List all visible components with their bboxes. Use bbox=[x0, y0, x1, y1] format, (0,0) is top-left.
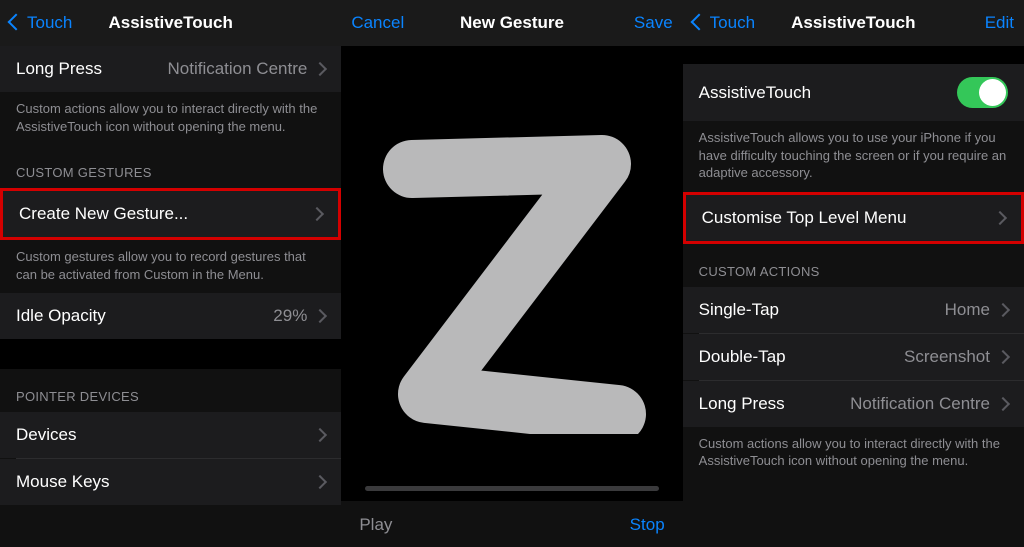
chevron-right-icon bbox=[312, 209, 322, 219]
pane-middle: Cancel New Gesture Save Play Stop bbox=[341, 0, 682, 547]
footer-bar: Play Stop bbox=[341, 503, 682, 547]
section-footer-gestures: Custom gestures allow you to record gest… bbox=[0, 240, 341, 293]
nav-bar: Touch AssistiveTouch bbox=[0, 0, 341, 46]
row-customise-top-level-menu[interactable]: Customise Top Level Menu bbox=[683, 192, 1024, 244]
section-footer-assistivetouch: AssistiveTouch allows you to use your iP… bbox=[683, 121, 1024, 192]
chevron-right-icon bbox=[998, 394, 1008, 414]
chevron-left-icon bbox=[10, 13, 24, 33]
play-button[interactable]: Play bbox=[359, 515, 392, 535]
row-label: Double-Tap bbox=[699, 347, 786, 367]
drawn-gesture-z bbox=[372, 114, 652, 434]
toggle-switch-on[interactable] bbox=[957, 77, 1008, 108]
save-button[interactable]: Save bbox=[634, 13, 673, 33]
row-create-new-gesture[interactable]: Create New Gesture... bbox=[0, 188, 341, 240]
chevron-right-icon bbox=[998, 300, 1008, 320]
chevron-right-icon bbox=[315, 477, 325, 487]
row-label: Devices bbox=[16, 425, 76, 445]
row-label: Idle Opacity bbox=[16, 306, 106, 326]
row-value: Notification Centre bbox=[850, 394, 1008, 414]
spacer bbox=[683, 46, 1024, 64]
row-label: Long Press bbox=[699, 394, 785, 414]
section-header-pointer: POINTER DEVICES bbox=[0, 369, 341, 412]
row-label: AssistiveTouch bbox=[699, 83, 811, 103]
row-long-press[interactable]: Long Press Notification Centre bbox=[0, 46, 341, 92]
section-footer-actions: Custom actions allow you to interact dir… bbox=[0, 92, 341, 145]
row-long-press[interactable]: Long Press Notification Centre bbox=[683, 381, 1024, 427]
back-label: Touch bbox=[27, 13, 72, 33]
chevron-right-icon bbox=[315, 430, 325, 440]
row-value: 29% bbox=[273, 306, 325, 326]
back-button[interactable]: Touch bbox=[10, 13, 72, 33]
pane-left: Touch AssistiveTouch Long Press Notifica… bbox=[0, 0, 341, 547]
section-header-gestures: CUSTOM GESTURES bbox=[0, 145, 341, 188]
row-value: Home bbox=[945, 300, 1008, 320]
spacer bbox=[0, 339, 341, 369]
row-single-tap[interactable]: Single-Tap Home bbox=[683, 287, 1024, 333]
edit-button[interactable]: Edit bbox=[985, 13, 1014, 33]
row-assistivetouch-toggle[interactable]: AssistiveTouch bbox=[683, 64, 1024, 121]
section-footer-actions: Custom actions allow you to interact dir… bbox=[683, 427, 1024, 480]
pane-right: Touch AssistiveTouch Edit AssistiveTouch… bbox=[683, 0, 1024, 547]
chevron-left-icon bbox=[693, 13, 707, 33]
section-header-custom-actions: CUSTOM ACTIONS bbox=[683, 244, 1024, 287]
row-label: Customise Top Level Menu bbox=[702, 208, 907, 228]
row-devices[interactable]: Devices bbox=[0, 412, 341, 458]
row-idle-opacity[interactable]: Idle Opacity 29% bbox=[0, 293, 341, 339]
chevron-right-icon bbox=[998, 347, 1008, 367]
gesture-canvas[interactable] bbox=[341, 46, 682, 501]
cancel-button[interactable]: Cancel bbox=[351, 13, 404, 33]
nav-bar: Cancel New Gesture Save bbox=[341, 0, 682, 46]
chevron-right-icon bbox=[315, 306, 325, 326]
stop-button[interactable]: Stop bbox=[630, 515, 665, 535]
chevron-right-icon bbox=[995, 213, 1005, 223]
row-double-tap[interactable]: Double-Tap Screenshot bbox=[683, 334, 1024, 380]
back-button[interactable]: Touch bbox=[693, 13, 755, 33]
row-label: Mouse Keys bbox=[16, 472, 110, 492]
row-value: Notification Centre bbox=[167, 59, 325, 79]
nav-bar: Touch AssistiveTouch Edit bbox=[683, 0, 1024, 46]
progress-track[interactable] bbox=[365, 486, 658, 491]
row-label: Long Press bbox=[16, 59, 102, 79]
row-label: Create New Gesture... bbox=[19, 204, 188, 224]
row-label: Single-Tap bbox=[699, 300, 779, 320]
chevron-right-icon bbox=[315, 59, 325, 79]
back-label: Touch bbox=[710, 13, 755, 33]
row-value: Screenshot bbox=[904, 347, 1008, 367]
row-mouse-keys[interactable]: Mouse Keys bbox=[0, 459, 341, 505]
